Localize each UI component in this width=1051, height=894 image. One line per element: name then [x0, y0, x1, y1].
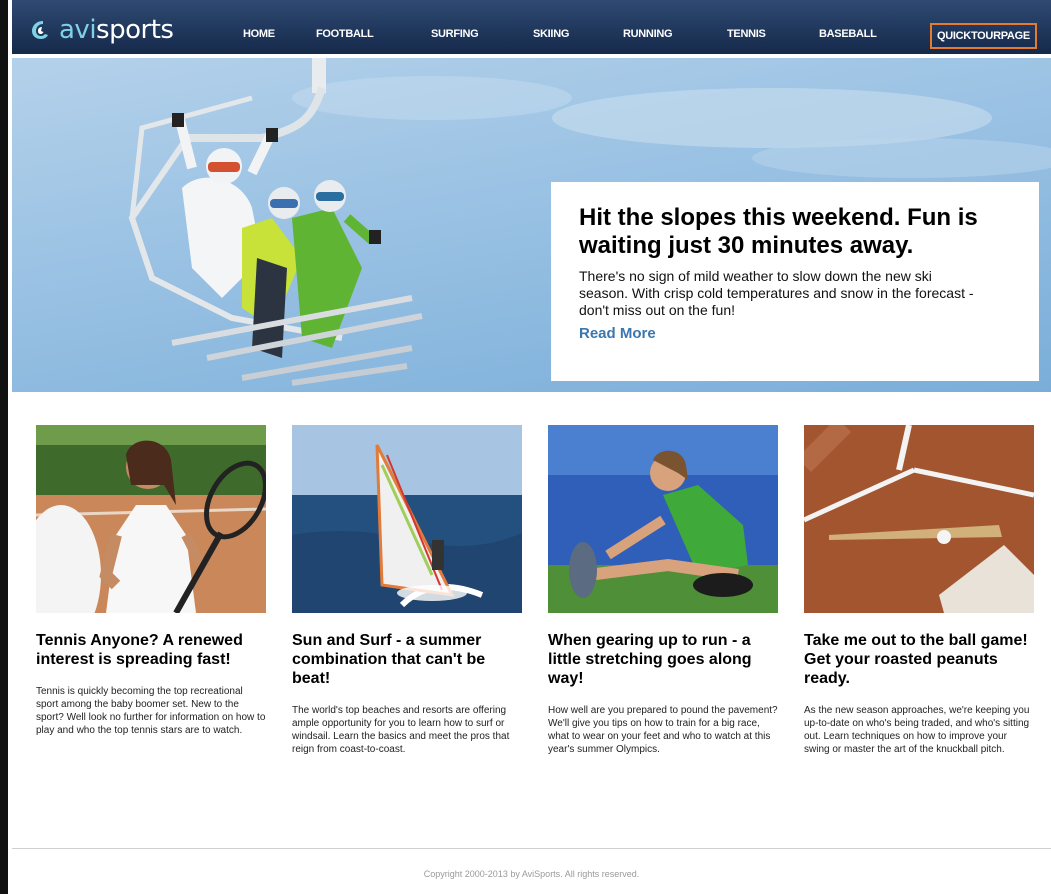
article-title-running[interactable]: When gearing up to run - a little stretc… — [548, 631, 778, 688]
article-title-tennis[interactable]: Tennis Anyone? A renewed interest is spr… — [36, 631, 266, 669]
article-text-surf: The world's top beaches and resorts are … — [292, 705, 510, 755]
nav-item-running[interactable]: RUNNING — [623, 28, 673, 40]
article-tennis: Tennis Anyone? A renewed interest is spr… — [36, 425, 266, 737]
page: avisports HOME FOOTBALL SURFING SKIING R… — [12, 0, 1051, 894]
footer-copyright: Copyright 2000-2013 by AviSports. All ri… — [423, 869, 640, 879]
article-image-running[interactable] — [548, 425, 778, 613]
hero-card: Hit the slopes this weekend. Fun is wait… — [551, 182, 1039, 381]
footer-divider — [12, 848, 1051, 849]
article-text-tennis: Tennis is quickly becoming the top recre… — [36, 686, 266, 736]
article-surf: Sun and Surf - a summer combination that… — [292, 425, 522, 756]
article-title-baseball[interactable]: Take me out to the ball game! Get your r… — [804, 631, 1034, 688]
top-navigation: avisports HOME FOOTBALL SURFING SKIING R… — [12, 0, 1051, 58]
article-image-tennis[interactable] — [36, 425, 266, 613]
article-text-baseball: As the new season approaches, we're keep… — [804, 705, 1030, 755]
read-more-link[interactable]: Read More — [579, 325, 1011, 342]
nav-item-quicktourpage[interactable]: QUICKTOURPAGE — [930, 23, 1037, 49]
article-image-surf[interactable] — [292, 425, 522, 613]
nav-item-surfing[interactable]: SURFING — [431, 28, 479, 40]
nav-item-skiing[interactable]: SKIING — [533, 28, 569, 40]
nav-item-tennis[interactable]: TENNIS — [727, 28, 766, 40]
hero-text: There's no sign of mild weather to slow … — [579, 268, 974, 318]
hero-title: Hit the slopes this weekend. Fun is wait… — [579, 204, 978, 259]
article-text-running: How well are you prepared to pound the p… — [548, 705, 778, 755]
nav-menu: HOME FOOTBALL SURFING SKIING RUNNING TEN… — [12, 0, 1051, 58]
nav-item-football[interactable]: FOOTBALL — [316, 28, 374, 40]
article-image-baseball[interactable] — [804, 425, 1034, 613]
nav-item-baseball[interactable]: BASEBALL — [819, 28, 877, 40]
nav-item-home[interactable]: HOME — [243, 28, 275, 40]
article-title-surf[interactable]: Sun and Surf - a summer combination that… — [292, 631, 522, 688]
article-running: When gearing up to run - a little stretc… — [548, 425, 778, 756]
hero-banner: Hit the slopes this weekend. Fun is wait… — [12, 58, 1051, 392]
article-baseball: Take me out to the ball game! Get your r… — [804, 425, 1034, 756]
